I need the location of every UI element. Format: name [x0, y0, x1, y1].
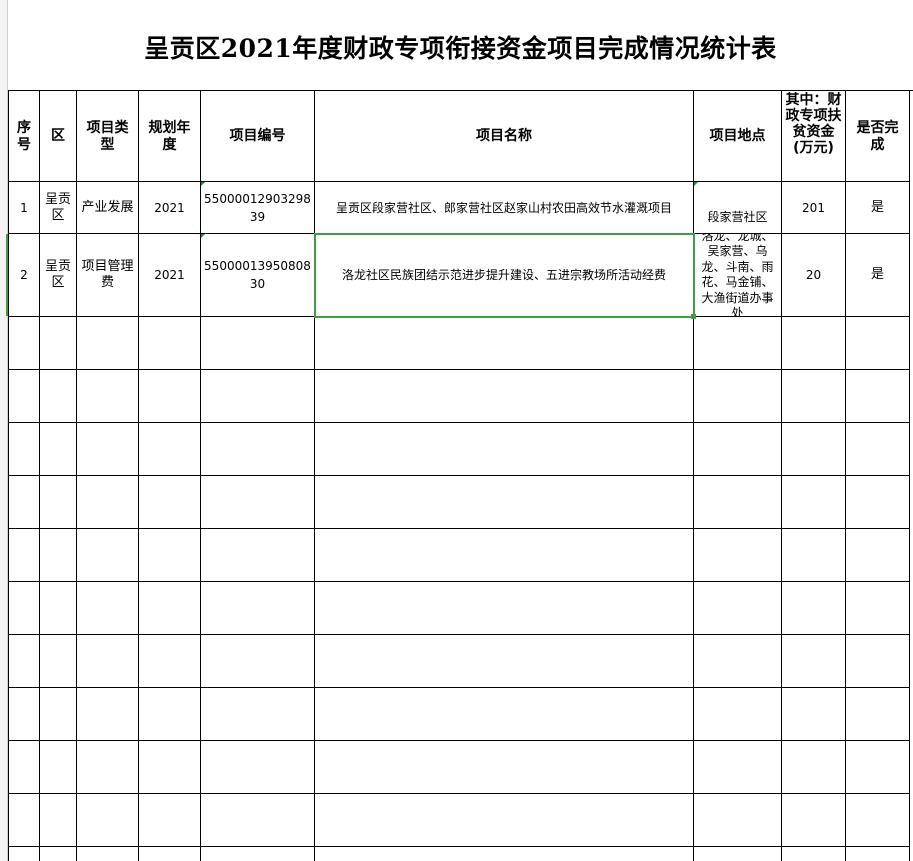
cell-district[interactable]: 呈贡区 [40, 234, 76, 316]
header-location[interactable]: 项目地点 [694, 92, 781, 181]
cell-plan-year[interactable]: 2021 [139, 182, 200, 233]
header-plan-year[interactable]: 规划年度 [139, 92, 200, 181]
header-code[interactable]: 项目编号 [201, 92, 314, 181]
cell-comment-marker [201, 234, 205, 238]
cell-code[interactable]: 5500001395080830 [201, 234, 314, 316]
header-fund[interactable]: 其中：财政专项扶贫资金(万元) [782, 92, 845, 181]
header-district[interactable]: 区 [40, 92, 76, 181]
cell-completed[interactable]: 是 [846, 182, 909, 233]
cell-seq[interactable]: 1 [9, 182, 39, 233]
cell-type[interactable]: 项目管理费 [77, 234, 138, 316]
cell-location[interactable]: 段家营社区 [694, 182, 781, 233]
spreadsheet: 呈贡区2021年度财政专项衔接资金项目完成情况统计表 序号 区 项目类型 规划年… [0, 0, 913, 861]
row-header-strip[interactable] [0, 0, 8, 861]
cell-plan-year[interactable]: 2021 [139, 234, 200, 316]
cell-type[interactable]: 产业发展 [77, 182, 138, 233]
row-selection-indicator [6, 234, 8, 316]
cell-name[interactable]: 呈贡区段家营社区、郎家营社区赵家山村农田高效节水灌溉项目 [315, 182, 693, 233]
cell-name[interactable]: 洛龙社区民族团结示范进步提升建设、五进宗教场所活动经费 [315, 234, 693, 316]
header-type[interactable]: 项目类型 [77, 92, 138, 181]
cell-district[interactable]: 呈贡区 [40, 182, 76, 233]
cell-location[interactable]: 洛龙、龙城、吴家营、乌龙、斗南、雨花、马金铺、大渔街道办事处 [694, 234, 781, 316]
title-cell[interactable]: 呈贡区2021年度财政专项衔接资金项目完成情况统计表 [8, 0, 913, 91]
cell-completed[interactable]: 是 [846, 234, 909, 316]
header-completed[interactable]: 是否完成 [846, 92, 909, 181]
cell-fund[interactable]: 201 [782, 182, 845, 233]
fill-handle[interactable] [691, 314, 696, 319]
header-seq[interactable]: 序号 [9, 92, 39, 181]
cell-comment-marker [201, 182, 205, 186]
cell-fund[interactable]: 20 [782, 234, 845, 316]
header-name[interactable]: 项目名称 [315, 92, 693, 181]
cell-comment-marker [694, 182, 698, 186]
sheet-title: 呈贡区2021年度财政专项衔接资金项目完成情况统计表 [144, 34, 777, 63]
cell-seq[interactable]: 2 [9, 234, 39, 316]
cell-code[interactable]: 5500001290329839 [201, 182, 314, 233]
